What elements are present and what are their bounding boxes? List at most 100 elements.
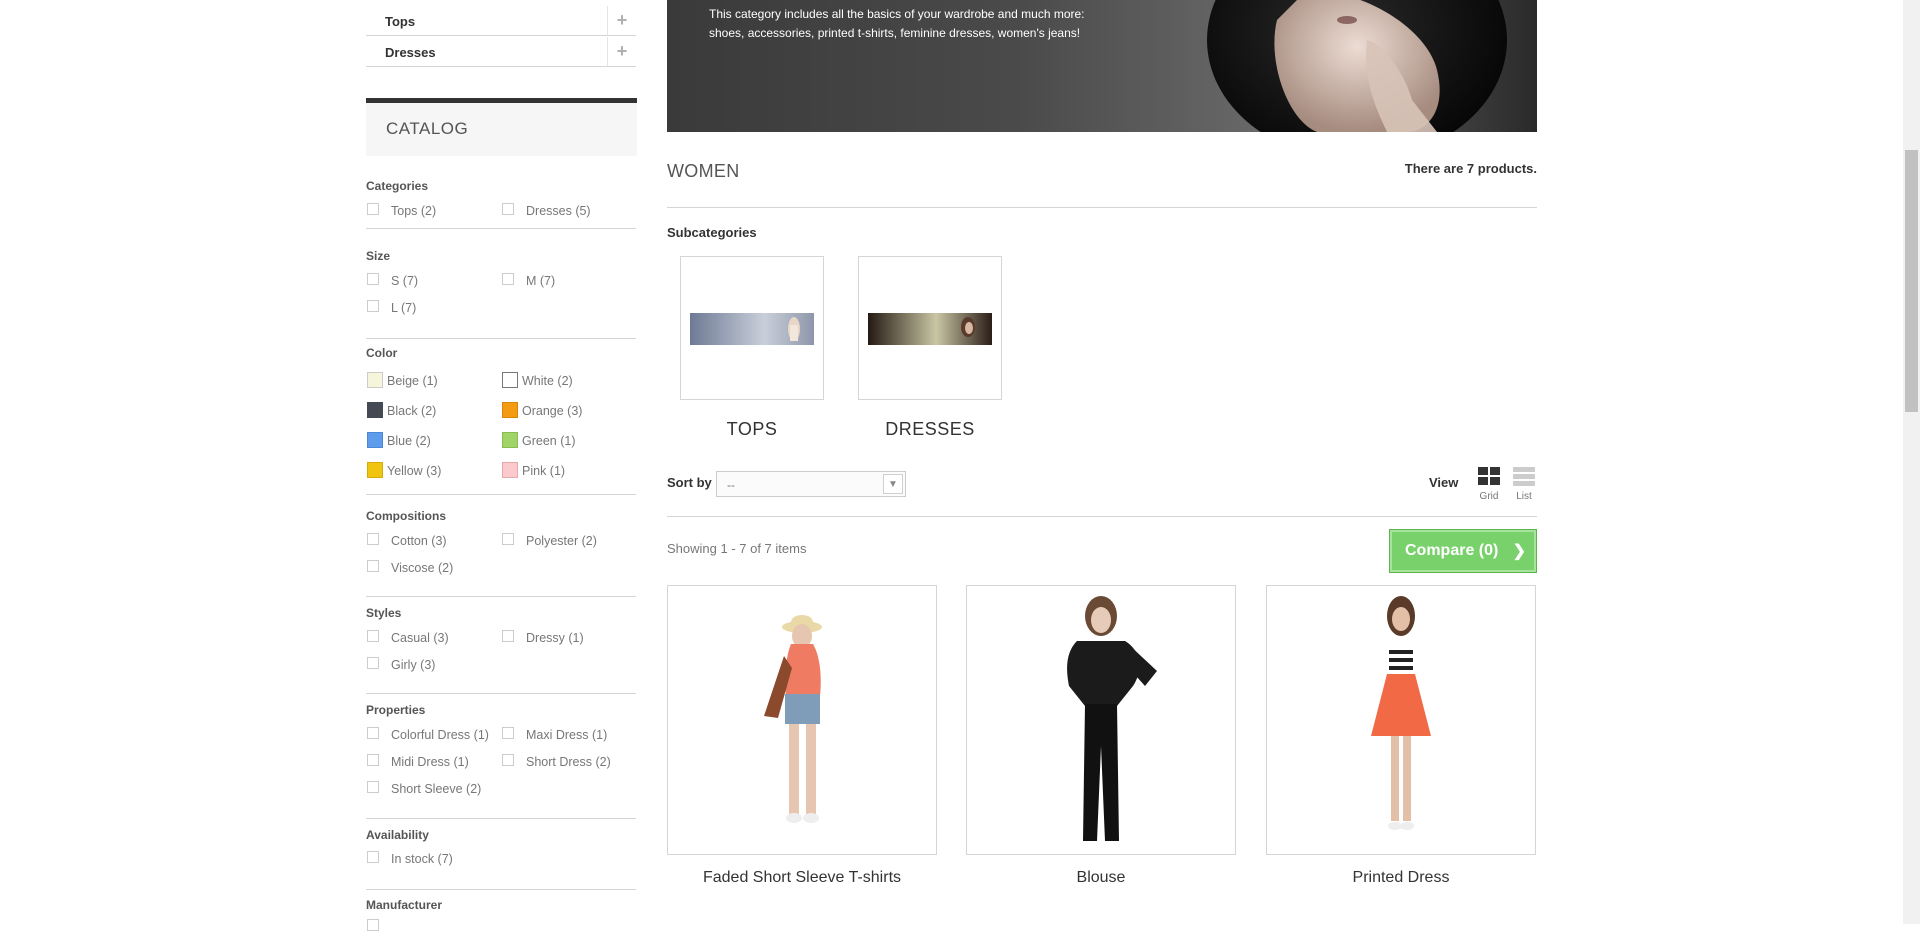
filter-option-label[interactable]: In stock (7): [391, 852, 453, 866]
filter-title-availability: Availability: [366, 828, 429, 842]
category-tree-label[interactable]: Tops: [385, 14, 415, 29]
filter-option-label[interactable]: Girly (3): [391, 658, 435, 672]
product-count: There are 7 products.: [1404, 161, 1537, 176]
filter-option-label[interactable]: Dressy (1): [526, 631, 584, 645]
checkbox[interactable]: [502, 727, 514, 739]
chevron-down-icon[interactable]: ▼: [883, 474, 903, 494]
checkbox[interactable]: [367, 754, 379, 766]
color-swatch[interactable]: [502, 462, 518, 478]
view-list-label[interactable]: List: [1509, 491, 1539, 502]
filter-option-label[interactable]: Beige (1): [387, 374, 438, 388]
checkbox[interactable]: [367, 919, 379, 931]
subcategory-thumbnail[interactable]: [868, 313, 992, 345]
checkbox[interactable]: [367, 630, 379, 642]
filter-option-label[interactable]: Black (2): [387, 404, 436, 418]
filter-option-label[interactable]: White (2): [522, 374, 573, 388]
sort-select-value[interactable]: --: [727, 478, 735, 492]
filter-option-label[interactable]: Blue (2): [387, 434, 431, 448]
filter-option-label[interactable]: Cotton (3): [391, 534, 447, 548]
filter-option-label[interactable]: Midi Dress (1): [391, 755, 469, 769]
product-name[interactable]: Faded Short Sleeve T-shirts: [667, 869, 937, 887]
product-photo[interactable]: [1267, 586, 1535, 854]
subcategory-tops-name[interactable]: TOPS: [680, 419, 824, 440]
filter-option-label[interactable]: Yellow (3): [387, 464, 441, 478]
catalog-title: CATALOG: [386, 119, 469, 138]
category-tree-label[interactable]: Dresses: [385, 45, 436, 60]
color-swatch[interactable]: [367, 462, 383, 478]
filter-title-size: Size: [366, 249, 391, 263]
category-tree-item-tops[interactable]: Tops +: [366, 6, 636, 36]
view-list-button[interactable]: List: [1509, 466, 1539, 502]
checkbox[interactable]: [367, 657, 379, 669]
filter-title-manufacturer: Manufacturer: [366, 898, 443, 912]
color-swatch[interactable]: [502, 432, 518, 448]
checkbox[interactable]: [367, 300, 379, 312]
scrollbar-track[interactable]: [1903, 0, 1920, 924]
filter-option-label[interactable]: L (7): [391, 301, 416, 315]
subcategory-tops-image[interactable]: [680, 256, 824, 400]
grid-view-icon[interactable]: [1477, 466, 1501, 486]
checkbox[interactable]: [502, 203, 514, 215]
expand-plus-icon[interactable]: +: [607, 37, 636, 66]
compare-button[interactable]: Compare (0) ❯: [1389, 529, 1537, 573]
product-image-blouse[interactable]: [966, 585, 1236, 855]
checkbox[interactable]: [502, 754, 514, 766]
sort-select[interactable]: -- ▼: [716, 471, 906, 497]
subcategory-dresses-name[interactable]: DRESSES: [858, 419, 1002, 440]
color-swatch[interactable]: [502, 372, 518, 388]
filter-option-label[interactable]: M (7): [526, 274, 555, 288]
filter-option-label[interactable]: Green (1): [522, 434, 576, 448]
catalog-block-header: CATALOG: [366, 98, 637, 156]
category-tree-item-dresses[interactable]: Dresses +: [366, 37, 636, 67]
checkbox[interactable]: [367, 560, 379, 572]
checkbox[interactable]: [502, 273, 514, 285]
product-name[interactable]: Printed Dress: [1266, 869, 1536, 887]
filter-option-label[interactable]: Viscose (2): [391, 561, 453, 575]
view-label: View: [1429, 475, 1459, 490]
product-name[interactable]: Blouse: [966, 869, 1236, 887]
filter-option-label[interactable]: Dresses (5): [526, 204, 591, 218]
checkbox[interactable]: [502, 533, 514, 545]
product-image-printed-dress[interactable]: [1266, 585, 1536, 855]
color-swatch[interactable]: [367, 432, 383, 448]
filter-option-label[interactable]: Pink (1): [522, 464, 565, 478]
filter-option-label[interactable]: S (7): [391, 274, 418, 288]
checkbox[interactable]: [367, 273, 379, 285]
checkbox[interactable]: [367, 851, 379, 863]
filter-option-label[interactable]: Casual (3): [391, 631, 449, 645]
product-photo[interactable]: [668, 586, 936, 854]
expand-plus-icon[interactable]: +: [607, 6, 636, 35]
product-photo[interactable]: [967, 586, 1235, 854]
list-view-icon[interactable]: [1512, 466, 1536, 486]
product-image-faded-tshirt[interactable]: [667, 585, 937, 855]
subcategory-dresses-image[interactable]: [858, 256, 1002, 400]
checkbox[interactable]: [367, 203, 379, 215]
divider: [366, 889, 636, 890]
checkbox[interactable]: [367, 533, 379, 545]
view-grid-label[interactable]: Grid: [1474, 491, 1504, 502]
filter-option-label[interactable]: Short Dress (2): [526, 755, 611, 769]
divider: [366, 596, 636, 597]
category-name: WOMEN: [667, 161, 740, 181]
divider: [366, 693, 636, 694]
view-grid-button[interactable]: Grid: [1474, 466, 1504, 502]
scrollbar-thumb[interactable]: [1905, 150, 1918, 412]
checkbox[interactable]: [367, 727, 379, 739]
showing-items-text: Showing 1 - 7 of 7 items: [667, 541, 807, 556]
subcategory-thumbnail[interactable]: [690, 313, 814, 345]
filter-option-label[interactable]: Polyester (2): [526, 534, 597, 548]
filter-option-label[interactable]: Orange (3): [522, 404, 582, 418]
filter-option-label[interactable]: Colorful Dress (1): [391, 728, 489, 742]
chevron-right-icon[interactable]: ❯: [1513, 541, 1526, 561]
filter-title-categories: Categories: [366, 179, 429, 193]
filter-title-color: Color: [366, 346, 398, 360]
color-swatch[interactable]: [367, 372, 383, 388]
filter-option-label[interactable]: Maxi Dress (1): [526, 728, 607, 742]
filter-option-label[interactable]: Tops (2): [391, 204, 436, 218]
filter-option-label[interactable]: Short Sleeve (2): [391, 782, 481, 796]
compare-button-label[interactable]: Compare (0): [1405, 542, 1498, 560]
color-swatch[interactable]: [367, 402, 383, 418]
checkbox[interactable]: [367, 781, 379, 793]
checkbox[interactable]: [502, 630, 514, 642]
color-swatch[interactable]: [502, 402, 518, 418]
